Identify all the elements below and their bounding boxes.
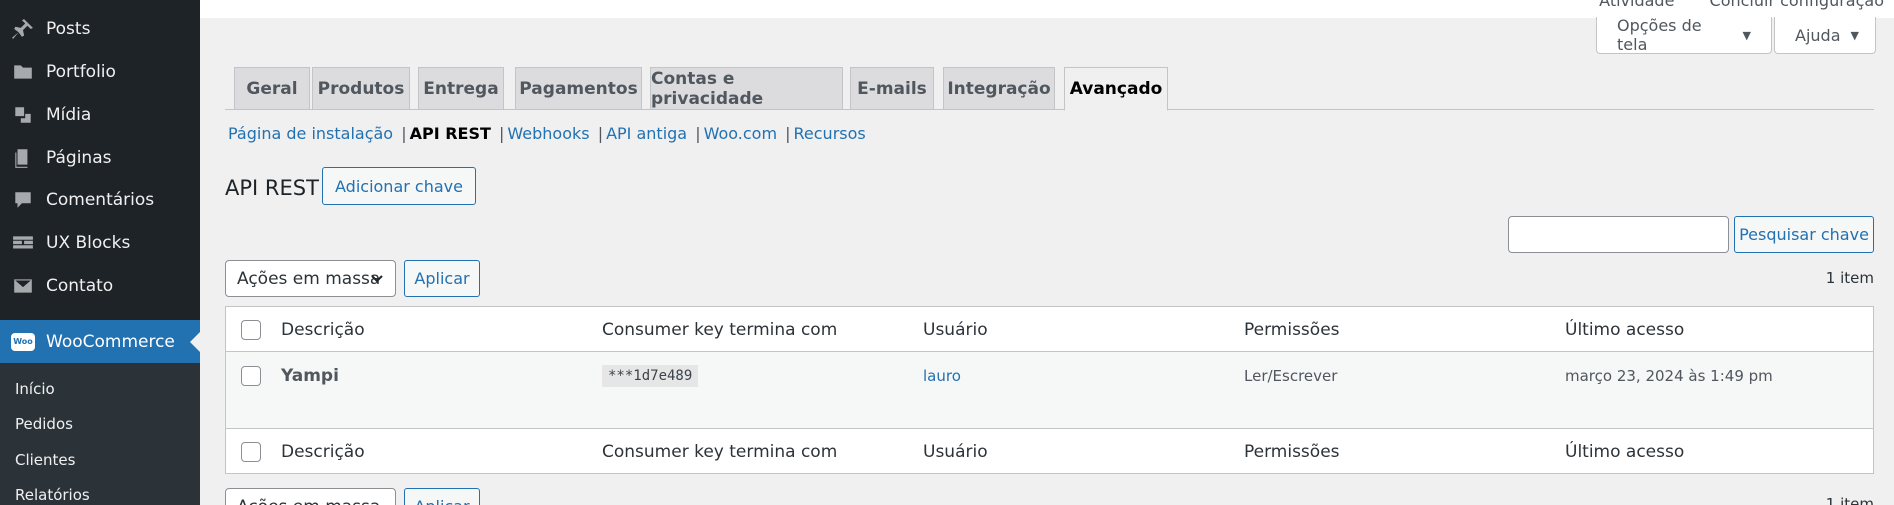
apply-button[interactable]: Aplicar — [404, 260, 480, 297]
menu-label: Portfolio — [46, 61, 116, 82]
item-count: 1 item — [1825, 269, 1874, 287]
permissions-value: Ler/Escrever — [1244, 367, 1338, 385]
apply-button-bottom[interactable]: Aplicar — [404, 488, 480, 505]
consumer-key-value: ***1d7e489 — [602, 365, 699, 387]
tab-emails[interactable]: E-mails — [850, 67, 934, 110]
tab-payments[interactable]: Pagamentos — [515, 67, 642, 110]
table-footer: Descrição Consumer key termina com Usuár… — [226, 428, 1873, 473]
triangle-down-icon: ▼ — [1742, 28, 1751, 42]
select-all-checkbox[interactable] — [241, 319, 261, 340]
menu-label: UX Blocks — [46, 232, 131, 253]
select-all-checkbox-footer[interactable] — [241, 441, 261, 462]
sublink-resources[interactable]: Recursos — [794, 124, 866, 143]
bulk-actions-select-bottom[interactable]: Ações em massa — [225, 488, 396, 505]
sublink-legacy-api[interactable]: API antiga — [606, 124, 687, 143]
sublink-woo-com[interactable]: Woo.com — [704, 124, 777, 143]
menu-label: Comentários — [46, 189, 155, 210]
column-last-access: Último acesso — [1565, 441, 1685, 462]
bulk-actions-select[interactable]: Ações em massa — [225, 260, 396, 297]
woocommerce-submenu: Início Pedidos Clientes Relatórios — [0, 363, 200, 505]
column-last-access: Último acesso — [1565, 319, 1685, 340]
page-title: API REST — [225, 176, 319, 200]
finish-setup-link[interactable]: Concluir configuração — [1710, 0, 1884, 10]
help-label: Ajuda — [1795, 25, 1841, 45]
triangle-down-icon: ▼ — [1850, 28, 1859, 42]
pin-icon — [10, 16, 36, 42]
menu-item-portfolio[interactable]: Portfolio — [0, 50, 200, 93]
bulk-actions-value: Ações em massa — [237, 268, 381, 289]
menu-label: WooCommerce — [46, 331, 175, 352]
chevron-down-icon — [371, 275, 383, 283]
separator: | — [785, 124, 791, 143]
sublink-rest-api[interactable]: API REST — [410, 124, 491, 143]
mail-icon — [10, 273, 36, 299]
sublink-setup-page[interactable]: Página de instalação — [228, 124, 393, 143]
menu-item-media[interactable]: Mídia — [0, 93, 200, 136]
menu-label: Posts — [46, 18, 91, 39]
menu-item-ux-blocks[interactable]: UX Blocks — [0, 221, 200, 264]
column-consumer-key: Consumer key termina com — [602, 441, 838, 462]
comment-icon — [10, 187, 36, 213]
media-icon — [10, 102, 36, 128]
submenu-item-orders[interactable]: Pedidos — [15, 415, 73, 433]
menu-item-contact[interactable]: Contato — [0, 264, 200, 307]
row-checkbox[interactable] — [241, 366, 261, 386]
user-link[interactable]: lauro — [923, 352, 961, 400]
menu-item-woocommerce[interactable]: Woo WooCommerce — [0, 320, 200, 363]
section-sublinks: Página de instalação | API REST | Webhooks… — [228, 124, 866, 143]
menu-item-posts[interactable]: Posts — [0, 7, 200, 50]
top-links: Atividade Concluir configuração — [1569, 0, 1884, 10]
tab-accounts-privacy[interactable]: Contas e privacidade — [650, 67, 843, 110]
separator: | — [597, 124, 604, 143]
pages-icon — [10, 145, 36, 171]
screen-options-button[interactable]: Opções de tela ▼ — [1596, 16, 1772, 54]
column-user: Usuário — [923, 319, 988, 340]
separator: | — [499, 124, 505, 143]
api-keys-table: Descrição Consumer key termina com Usuár… — [225, 306, 1874, 474]
menu-item-comments[interactable]: Comentários — [0, 178, 200, 221]
tab-general[interactable]: Geral — [234, 67, 310, 110]
active-arrow-icon — [190, 331, 200, 352]
search-key-button[interactable]: Pesquisar chave — [1734, 216, 1874, 253]
woo-icon: Woo — [10, 329, 36, 355]
screen-options-label: Opções de tela — [1617, 16, 1702, 54]
tab-advanced[interactable]: Avançado — [1064, 67, 1168, 111]
item-count-bottom: 1 item — [1825, 495, 1874, 505]
menu-label: Páginas — [46, 147, 112, 168]
menu-label: Contato — [46, 275, 114, 296]
column-description: Descrição — [281, 319, 365, 340]
blocks-icon — [10, 230, 36, 256]
column-description: Descrição — [281, 441, 365, 462]
submenu-item-home[interactable]: Início — [15, 380, 55, 398]
submenu-item-customers[interactable]: Clientes — [15, 451, 75, 469]
separator: | — [401, 124, 407, 143]
sublink-webhooks[interactable]: Webhooks — [507, 124, 589, 143]
woo-logo: Woo — [11, 332, 35, 351]
admin-sidebar: Posts Portfolio Mídia Páginas Comentário… — [0, 0, 200, 505]
add-key-button[interactable]: Adicionar chave — [322, 167, 476, 205]
key-description-link[interactable]: Yampi — [281, 352, 339, 400]
separator: | — [695, 124, 701, 143]
search-input[interactable] — [1508, 216, 1729, 253]
help-button[interactable]: Ajuda ▼ — [1774, 17, 1876, 54]
column-permissions: Permissões — [1244, 319, 1340, 340]
tab-shipping[interactable]: Entrega — [418, 67, 504, 110]
tab-products[interactable]: Produtos — [312, 67, 410, 110]
menu-item-pages[interactable]: Páginas — [0, 136, 200, 179]
tab-integration[interactable]: Integração — [943, 67, 1055, 110]
last-access-value: março 23, 2024 às 1:49 pm — [1565, 367, 1773, 385]
bulk-actions-value: Ações em massa — [237, 497, 380, 505]
column-permissions: Permissões — [1244, 441, 1340, 462]
table-header: Descrição Consumer key termina com Usuár… — [226, 307, 1873, 352]
column-consumer-key: Consumer key termina com — [602, 319, 838, 340]
menu-label: Mídia — [46, 104, 92, 125]
column-user: Usuário — [923, 441, 988, 462]
activity-link[interactable]: Atividade — [1599, 0, 1674, 10]
table-row: Yampi ***1d7e489 lauro Ler/Escrever març… — [226, 352, 1873, 428]
submenu-item-reports[interactable]: Relatórios — [15, 486, 90, 504]
folder-icon — [10, 59, 36, 85]
